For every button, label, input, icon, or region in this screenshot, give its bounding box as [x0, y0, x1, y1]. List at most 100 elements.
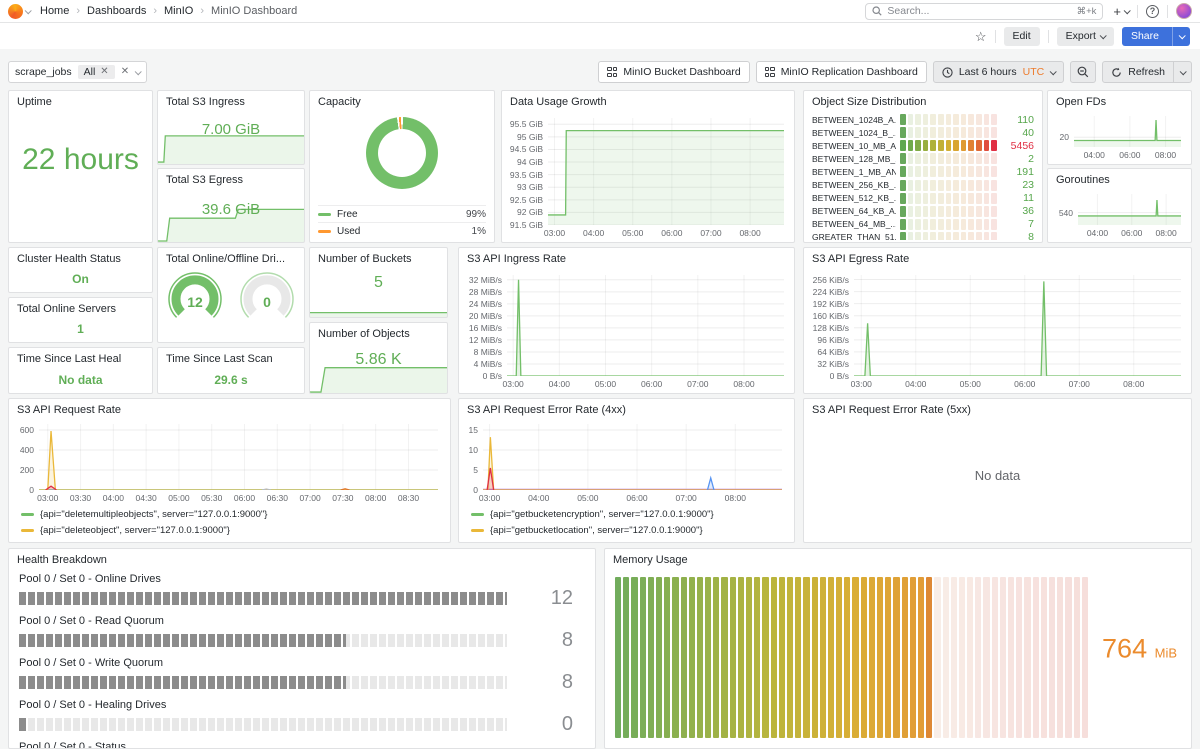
share-menu-button[interactable]: [1172, 27, 1190, 46]
x-axis-tick: 06:00: [626, 493, 647, 503]
panel-title[interactable]: S3 API Ingress Rate: [459, 248, 794, 267]
health-bar-gauge: [19, 592, 507, 605]
y-axis-tick: 93.5 GiB: [510, 170, 543, 180]
panel-memory-usage: Memory Usage 764 MiB: [604, 548, 1192, 749]
panel-title[interactable]: Health Breakdown: [9, 549, 595, 568]
health-row-value: 0: [507, 713, 585, 736]
panel-title[interactable]: Total Online/Offline Dri...: [158, 248, 304, 267]
question-icon: ?: [1150, 6, 1156, 16]
chevron-down-icon[interactable]: [135, 68, 142, 75]
breadcrumb-item-minio[interactable]: MinIO: [164, 5, 193, 17]
chevron-down-icon: [1100, 32, 1107, 39]
refresh-group: Refresh: [1102, 61, 1192, 83]
panel-title[interactable]: Object Size Distribution: [804, 91, 1042, 110]
x-axis-tick: 07:00: [700, 228, 721, 238]
x-axis-tick: 05:00: [960, 379, 981, 389]
panel-title[interactable]: Cluster Health Status: [9, 248, 152, 267]
search-placeholder: Search...: [887, 5, 929, 17]
timeseries-chart[interactable]: 256 KiB/s224 KiB/s192 KiB/s160 KiB/s128 …: [806, 270, 1187, 391]
panel-title[interactable]: Time Since Last Heal: [9, 348, 152, 367]
panel-title[interactable]: S3 API Request Error Rate (5xx): [804, 399, 1191, 418]
variable-value-chip[interactable]: All✕: [78, 65, 115, 79]
panel-title[interactable]: Number of Buckets: [310, 248, 447, 267]
search-input[interactable]: Search... ⌘+k: [865, 3, 1103, 20]
capacity-donut-chart[interactable]: [366, 117, 438, 189]
panel-title[interactable]: S3 API Request Error Rate (4xx): [459, 399, 794, 418]
panel-uptime: Uptime 22 hours: [8, 90, 153, 243]
time-range-picker[interactable]: Last 6 hours UTC: [933, 61, 1064, 83]
panel-title[interactable]: Capacity: [310, 91, 494, 110]
zoom-out-button[interactable]: [1070, 61, 1096, 83]
grafana-logo[interactable]: [8, 4, 23, 19]
legend-value: 99%: [466, 209, 486, 220]
legend-item[interactable]: Used1%: [318, 222, 486, 239]
remove-value-icon[interactable]: ✕: [100, 67, 108, 77]
breadcrumb-item-home[interactable]: Home: [40, 5, 69, 17]
y-axis-tick: 91.5 GiB: [510, 220, 543, 230]
panel-title[interactable]: S3 API Egress Rate: [804, 248, 1191, 267]
edit-button[interactable]: Edit: [1004, 27, 1040, 46]
y-axis-tick: 4 MiB/s: [474, 359, 502, 369]
health-bar-gauge: [19, 634, 507, 647]
timeseries-chart[interactable]: 600400200003:0003:3004:0004:3005:0005:30…: [11, 419, 444, 505]
legend-item[interactable]: {api="deleteobject", server="127.0.0.1:9…: [21, 525, 444, 536]
health-row-value: 8: [507, 629, 585, 652]
add-button[interactable]: +: [1113, 4, 1129, 19]
link-minio-replication-dashboard[interactable]: MinIO Replication Dashboard: [756, 61, 927, 83]
timeseries-chart[interactable]: 54004:0006:0008:00: [1050, 189, 1187, 240]
legend-item[interactable]: Free99%: [318, 205, 486, 222]
timeseries-chart[interactable]: 2004:0006:0008:00: [1050, 111, 1187, 162]
clear-icon[interactable]: ✕: [121, 67, 129, 77]
panel-title[interactable]: Total S3 Egress: [158, 169, 304, 188]
legend-item[interactable]: {api="getbucketlocation", server="127.0.…: [471, 525, 788, 536]
legend-item[interactable]: {api="getbucketencryption", server="127.…: [471, 509, 788, 520]
y-axis-tick: 16 MiB/s: [469, 323, 502, 333]
object-size-value: 40: [1001, 127, 1034, 139]
breadcrumb-separator: ›: [153, 5, 157, 17]
panel-title[interactable]: Total S3 Ingress: [158, 91, 304, 110]
panel-health-breakdown: Health Breakdown Pool 0 / Set 0 - Online…: [8, 548, 596, 749]
plot-area[interactable]: [854, 275, 1181, 376]
timeseries-chart[interactable]: 15105003:0004:0005:0006:0007:0008:00: [461, 419, 788, 505]
panel-title[interactable]: Goroutines: [1048, 169, 1191, 188]
plot-area[interactable]: [1074, 116, 1181, 147]
legend-item[interactable]: {api="deletemultipleobjects", server="12…: [21, 509, 444, 520]
refresh-interval-button[interactable]: [1174, 61, 1192, 83]
logo-chevron-down-icon[interactable]: [25, 7, 32, 14]
panel-title[interactable]: Open FDs: [1048, 91, 1191, 110]
x-axis-tick: 03:00: [544, 228, 565, 238]
plot-area[interactable]: [548, 118, 784, 225]
health-bar-gauge: [19, 718, 507, 731]
help-button[interactable]: ?: [1146, 5, 1159, 18]
panel-title[interactable]: Number of Objects: [310, 323, 447, 342]
user-avatar-button[interactable]: [1176, 3, 1192, 19]
plot-area[interactable]: [1078, 194, 1181, 225]
timeseries-chart[interactable]: 95.5 GiB95 GiB94.5 GiB94 GiB93.5 GiB93 G…: [504, 113, 790, 240]
plot-area[interactable]: [507, 275, 784, 376]
plot-area[interactable]: [483, 424, 782, 490]
link-minio-bucket-dashboard[interactable]: MinIO Bucket Dashboard: [598, 61, 749, 83]
breadcrumb-item-dashboards[interactable]: Dashboards: [87, 5, 146, 17]
y-axis-tick: 95.5 GiB: [510, 119, 543, 129]
refresh-button[interactable]: Refresh: [1102, 61, 1174, 83]
panel-title[interactable]: S3 API Request Rate: [9, 399, 450, 418]
bar-gauge: [900, 153, 997, 164]
variable-scrape-jobs[interactable]: scrape_jobs All✕ ✕: [8, 61, 147, 83]
panel-title[interactable]: Total Online Servers: [9, 298, 152, 317]
x-axis-tick: 08:00: [739, 228, 760, 238]
breadcrumb-separator: ›: [200, 5, 204, 17]
panel-title[interactable]: Time Since Last Scan: [158, 348, 304, 367]
timeseries-chart[interactable]: 32 MiB/s28 MiB/s24 MiB/s20 MiB/s16 MiB/s…: [461, 270, 790, 391]
gauge: 12: [163, 270, 227, 333]
export-button[interactable]: Export: [1057, 27, 1114, 46]
uptime-value: 22 hours: [9, 143, 152, 177]
panel-title[interactable]: Uptime: [9, 91, 152, 110]
y-axis-tick: 0 B/s: [483, 371, 502, 381]
panel-title[interactable]: Memory Usage: [605, 549, 1191, 568]
share-button[interactable]: Share: [1122, 27, 1190, 46]
favorite-star-icon[interactable]: ☆: [975, 30, 987, 43]
x-axis: 03:0004:0005:0006:0007:0008:00: [483, 490, 782, 505]
x-axis-tick: 08:00: [1155, 150, 1176, 160]
panel-title[interactable]: Data Usage Growth: [502, 91, 794, 110]
plot-area[interactable]: [39, 424, 438, 490]
